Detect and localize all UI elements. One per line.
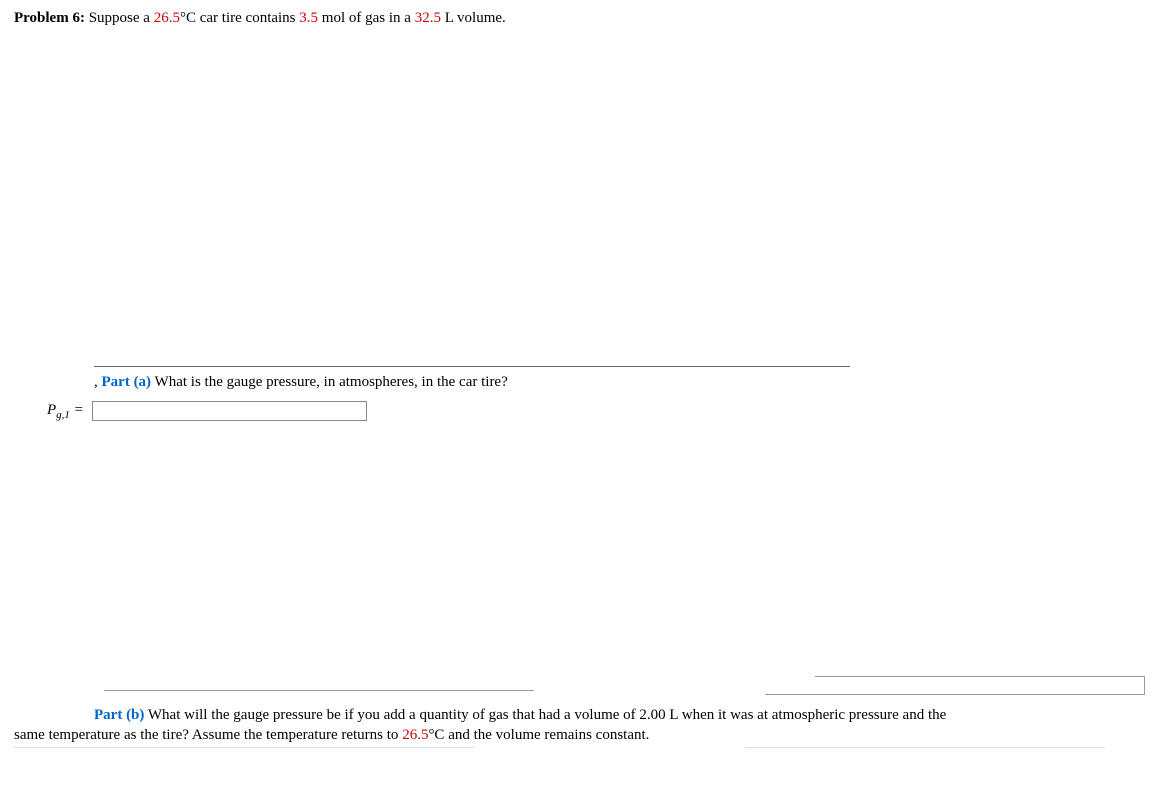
part-b-text: Part (b) What will the gauge pressure be… xyxy=(14,706,1145,745)
pressure-input[interactable] xyxy=(92,401,367,421)
answer-row: Pg,1 = xyxy=(47,401,1145,421)
part-a-section: , Part (a) What is the gauge pressure, i… xyxy=(94,374,1145,391)
problem-header: Problem 6: Suppose a 26.5°C car tire con… xyxy=(14,10,1145,27)
separator-lines xyxy=(14,676,1145,706)
part-b-line1: What will the gauge pressure be if you a… xyxy=(148,707,946,723)
faded-line xyxy=(14,747,474,748)
line-segment xyxy=(104,690,534,691)
line-segment xyxy=(765,694,1145,695)
pressure-symbol: Pg,1 = xyxy=(47,402,84,421)
part-a-question: What is the gauge pressure, in atmospher… xyxy=(155,374,508,390)
temperature-value-b: 26.5 xyxy=(402,727,428,743)
problem-statement: Problem 6: Suppose a 26.5°C car tire con… xyxy=(14,10,1145,27)
spacer xyxy=(14,31,1145,366)
mol-value: 3.5 xyxy=(299,10,318,26)
volume-value: 32.5 xyxy=(415,10,441,26)
marker: , xyxy=(94,374,98,390)
section-divider xyxy=(94,366,850,367)
faded-line xyxy=(745,747,1105,748)
line-segment xyxy=(1144,676,1145,694)
problem-text: Suppose a 26.5°C car tire contains 3.5 m… xyxy=(89,10,506,26)
divider-container xyxy=(94,366,850,367)
part-b-section: Part (b) What will the gauge pressure be… xyxy=(14,706,1145,745)
line-segment xyxy=(815,676,1145,677)
part-b-line2-before: same temperature as the tire? Assume the… xyxy=(14,727,402,743)
part-b-line2-after: and the volume remains constant. xyxy=(444,727,649,743)
bottom-faded-lines xyxy=(14,747,1145,759)
part-b-label: Part (b) xyxy=(94,707,144,723)
spacer xyxy=(14,421,1145,666)
temperature-value: 26.5 xyxy=(154,10,180,26)
part-a-label: Part (a) xyxy=(102,374,152,390)
problem-label: Problem 6: xyxy=(14,10,85,26)
